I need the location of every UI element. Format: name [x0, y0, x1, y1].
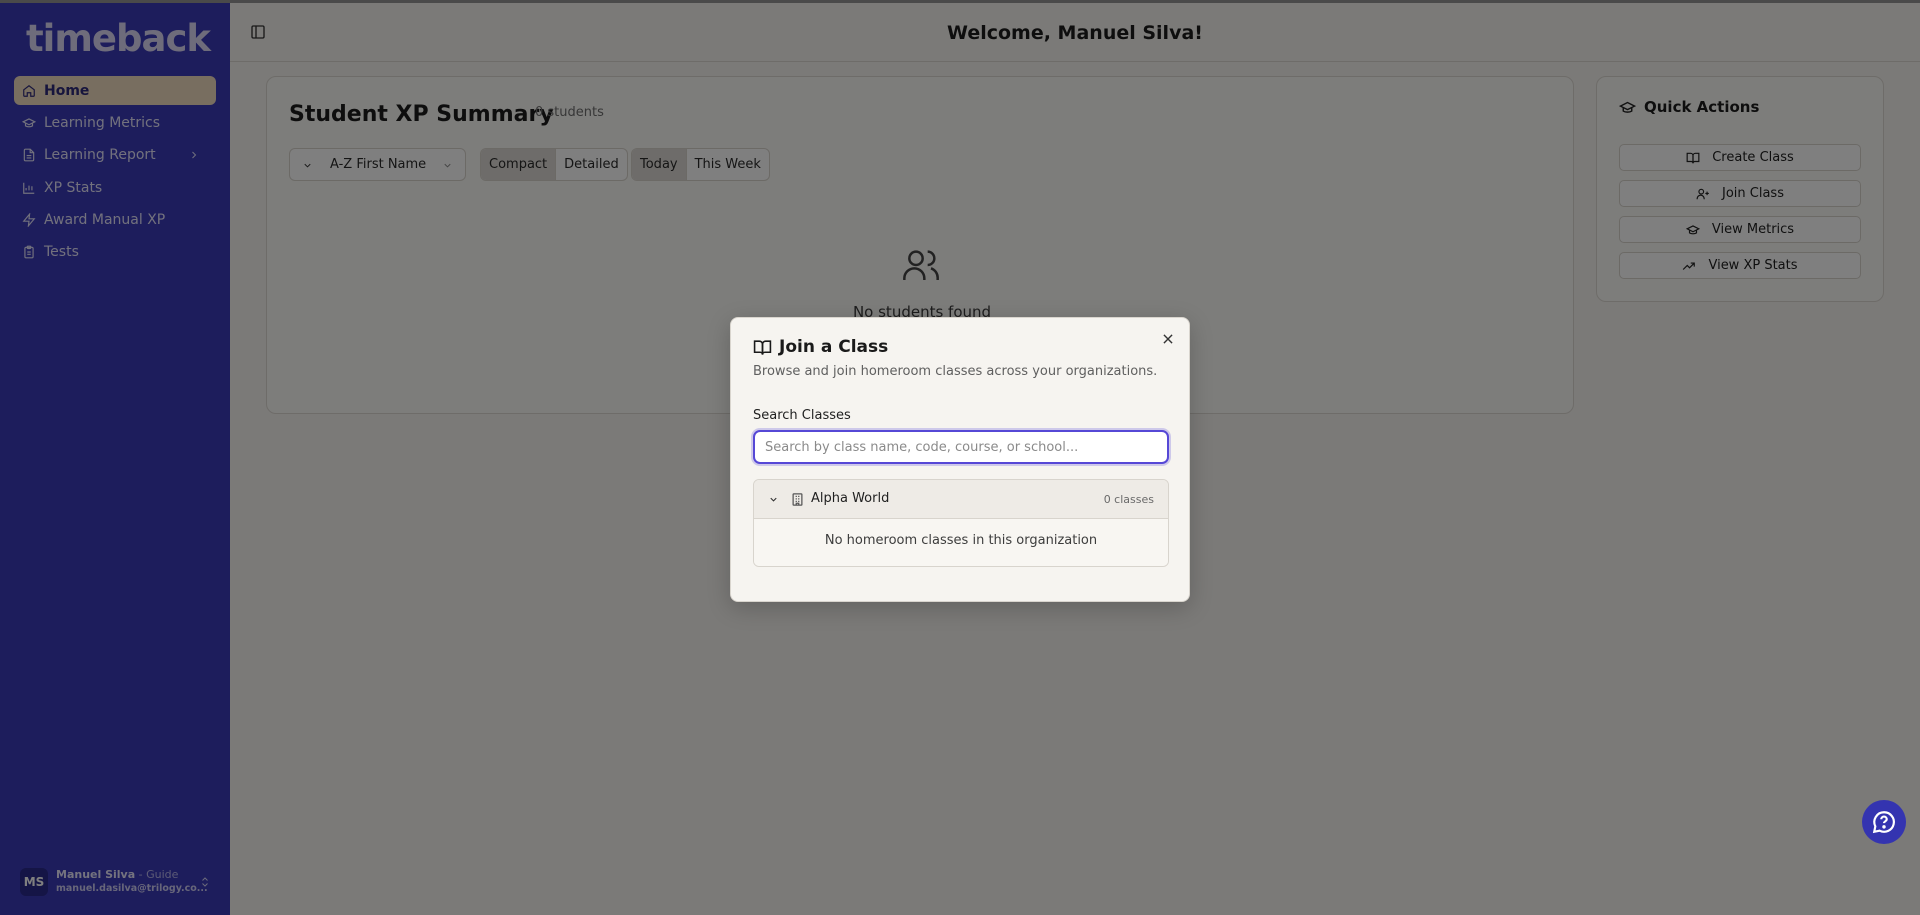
organization-name: Alpha World [811, 491, 890, 506]
organization-group: Alpha World 0 classes No homeroom classe… [753, 479, 1169, 567]
class-count: 0 classes [1103, 493, 1154, 506]
chevron-down-icon[interactable] [768, 494, 779, 505]
search-input[interactable] [753, 430, 1169, 464]
book-open-icon [753, 339, 772, 355]
search-label: Search Classes [753, 408, 851, 423]
building-icon [792, 493, 803, 506]
dialog-description: Browse and join homeroom classes across … [753, 364, 1158, 379]
close-icon[interactable] [1161, 332, 1175, 346]
help-chat-icon [1872, 811, 1895, 834]
window-top-strip [0, 0, 1920, 3]
organization-header[interactable]: Alpha World 0 classes [754, 480, 1168, 519]
help-chat-button[interactable] [1862, 800, 1906, 844]
dialog-title: Join a Class [753, 337, 888, 357]
empty-classes-text: No homeroom classes in this organization [754, 519, 1168, 566]
join-class-dialog: Join a Class Browse and join homeroom cl… [730, 317, 1190, 602]
